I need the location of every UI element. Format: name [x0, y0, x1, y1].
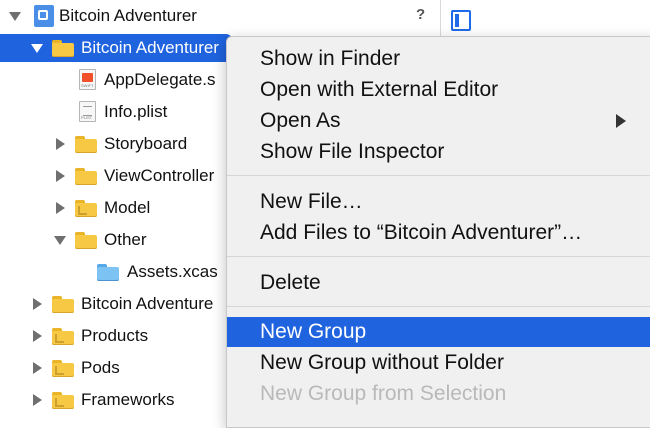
disclosure-expanded-icon[interactable] — [9, 10, 21, 22]
folder-icon — [75, 168, 97, 185]
menu-item-show-in-finder[interactable]: Show in Finder — [227, 44, 650, 74]
disclosure-expanded-icon[interactable] — [31, 42, 43, 54]
plist-file-icon: PLIST — [79, 101, 96, 122]
group-label: Products — [81, 326, 149, 345]
menu-item-new-group-from-selection: New Group from Selection — [260, 382, 507, 405]
menu-separator — [227, 175, 650, 176]
menu-item-add-files[interactable]: Add Files to “Bitcoin Adventurer”… — [227, 218, 650, 248]
folder-icon — [52, 392, 74, 409]
group-label: Storyboard — [104, 134, 188, 153]
sidebar-toggle-icon[interactable] — [451, 10, 471, 31]
navigator-row-selected-group[interactable]: Bitcoin Adventurer — [0, 34, 232, 62]
file-label: Assets.xcas — [127, 262, 218, 281]
menu-separator — [227, 256, 650, 257]
xcode-project-icon — [34, 5, 54, 27]
disclosure-collapsed-icon[interactable] — [54, 170, 66, 182]
group-label: Bitcoin Adventurer — [81, 38, 219, 57]
folder-icon — [75, 136, 97, 153]
asset-catalog-icon — [97, 264, 119, 281]
menu-item-new-file[interactable]: New File… — [227, 187, 650, 217]
swift-file-icon: SWIFT — [79, 69, 96, 90]
help-icon[interactable]: ? — [416, 6, 425, 23]
folder-icon — [52, 296, 74, 313]
submenu-arrow-icon — [616, 114, 626, 128]
menu-item-delete[interactable]: Delete — [227, 268, 650, 298]
disclosure-collapsed-icon[interactable] — [54, 138, 66, 150]
file-label: AppDelegate.s — [104, 70, 216, 89]
menu-item-open-external-editor[interactable]: Open with External Editor — [227, 75, 650, 105]
folder-icon — [52, 328, 74, 345]
folder-icon — [75, 200, 97, 217]
group-label: Frameworks — [81, 390, 175, 409]
group-label: Bitcoin Adventure — [81, 294, 214, 313]
group-label: Model — [104, 198, 151, 217]
menu-item-show-file-inspector[interactable]: Show File Inspector — [227, 137, 650, 167]
context-menu: Show in Finder Open with External Editor… — [226, 36, 650, 428]
group-label: Pods — [81, 358, 120, 377]
disclosure-collapsed-icon[interactable] — [54, 202, 66, 214]
disclosure-expanded-icon[interactable] — [54, 234, 66, 246]
disclosure-collapsed-icon[interactable] — [31, 362, 43, 374]
project-root-row[interactable]: Bitcoin Adventurer — [0, 2, 440, 30]
menu-item-new-group[interactable]: New Group — [227, 317, 650, 347]
disclosure-collapsed-icon[interactable] — [31, 330, 43, 342]
folder-icon — [52, 360, 74, 377]
menu-separator — [227, 306, 650, 307]
folder-icon — [75, 232, 97, 249]
project-name: Bitcoin Adventurer — [59, 6, 197, 25]
menu-item-open-as[interactable]: Open As — [227, 106, 650, 136]
folder-icon — [52, 40, 74, 57]
disclosure-collapsed-icon[interactable] — [31, 394, 43, 406]
menu-item-label: Open As — [260, 109, 341, 132]
menu-item-new-group-without-folder[interactable]: New Group without Folder — [227, 348, 650, 378]
disclosure-collapsed-icon[interactable] — [31, 298, 43, 310]
file-label: Info.plist — [104, 102, 168, 121]
group-label: ViewController — [104, 166, 215, 185]
group-label: Other — [104, 230, 147, 249]
